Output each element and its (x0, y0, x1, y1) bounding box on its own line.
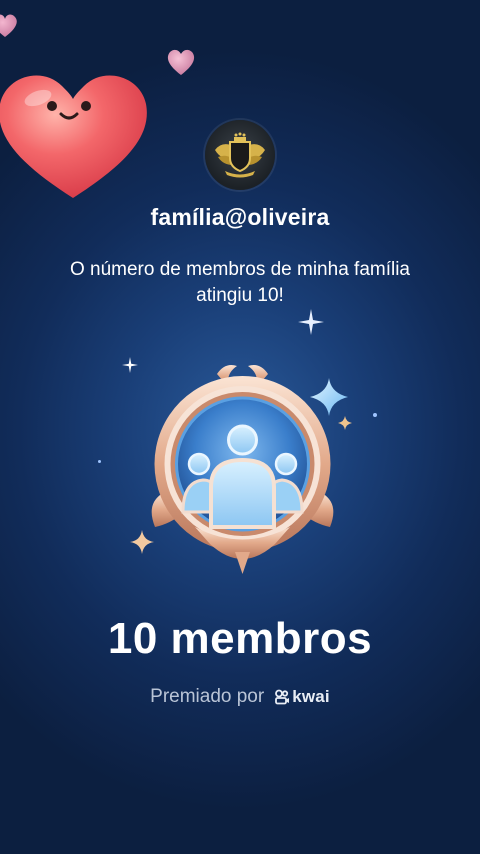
achievement-screen: família@oliveira O número de membros de … (0, 0, 480, 854)
awarded-by: Premiado por kwai (0, 686, 480, 708)
sparkle-dot-icon (98, 460, 101, 463)
sparkle-icon (298, 309, 324, 335)
heart-icon (167, 49, 195, 75)
family-members-badge-icon (151, 365, 334, 574)
avatar[interactable] (205, 120, 275, 190)
family-username: família@oliveira (150, 204, 330, 230)
smiling-heart-icon (0, 75, 147, 198)
awarded-by-label: Premiado por (150, 686, 265, 707)
kwai-logo: kwai (274, 687, 330, 707)
sparkle-dot-icon (373, 413, 377, 417)
kwai-logo-icon (275, 689, 290, 705)
heart-icon (0, 14, 17, 37)
member-count-title: 10 membros (107, 614, 373, 663)
winged-shield-icon (215, 132, 265, 178)
achievement-message: O número de membros de minha família ati… (69, 259, 411, 306)
kwai-brand-text: kwai (292, 687, 330, 706)
